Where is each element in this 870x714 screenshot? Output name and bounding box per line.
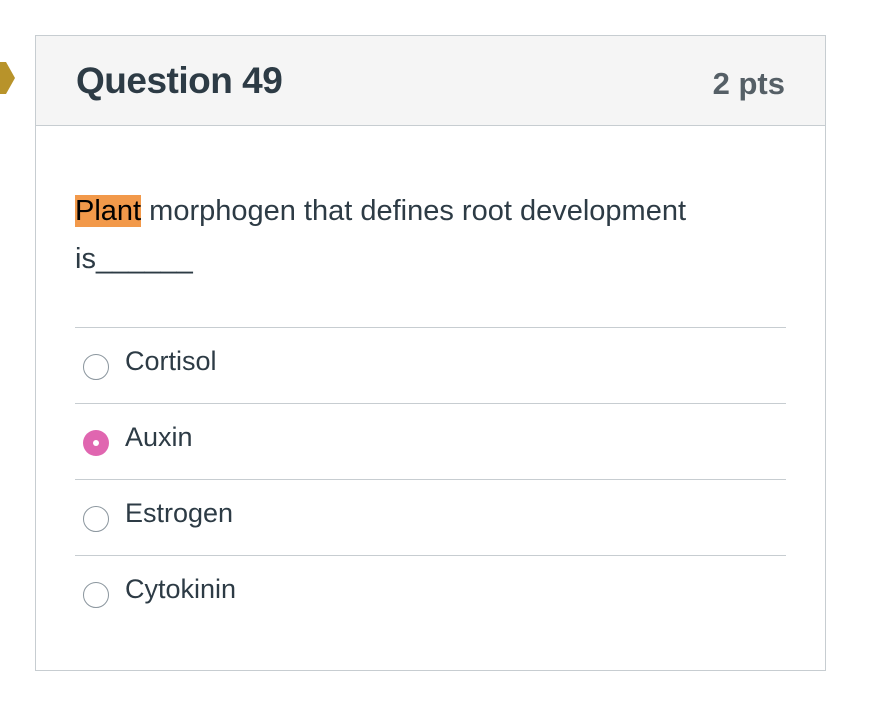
question-text: Plant morphogen that defines root develo… xyxy=(75,187,785,283)
question-text-rest: morphogen that defines root development … xyxy=(75,195,687,275)
answer-option-auxin[interactable]: Auxin xyxy=(75,404,786,480)
radio-button-selected[interactable] xyxy=(83,430,109,456)
radio-button[interactable] xyxy=(83,582,109,608)
answer-option-cortisol[interactable]: Cortisol xyxy=(75,328,786,404)
answer-label: Cytokinin xyxy=(125,574,237,604)
radio-button[interactable] xyxy=(83,354,109,380)
answer-option-cytokinin[interactable]: Cytokinin xyxy=(75,556,786,631)
question-header: Question 49 2 pts xyxy=(36,36,825,126)
answer-label: Auxin xyxy=(125,422,193,452)
question-title: Question 49 xyxy=(76,60,283,101)
highlighted-word: Plant xyxy=(75,195,142,227)
question-points: 2 pts xyxy=(712,66,785,101)
answer-option-estrogen[interactable]: Estrogen xyxy=(75,480,786,556)
answer-label: Cortisol xyxy=(125,346,217,376)
radio-button[interactable] xyxy=(83,506,109,532)
quiz-page: Question 49 2 pts Plant morphogen that d… xyxy=(0,0,870,714)
answer-label: Estrogen xyxy=(125,498,234,528)
answer-list: Cortisol Auxin Estrogen Cytokinin xyxy=(75,327,786,631)
question-flag-icon[interactable] xyxy=(0,62,16,94)
